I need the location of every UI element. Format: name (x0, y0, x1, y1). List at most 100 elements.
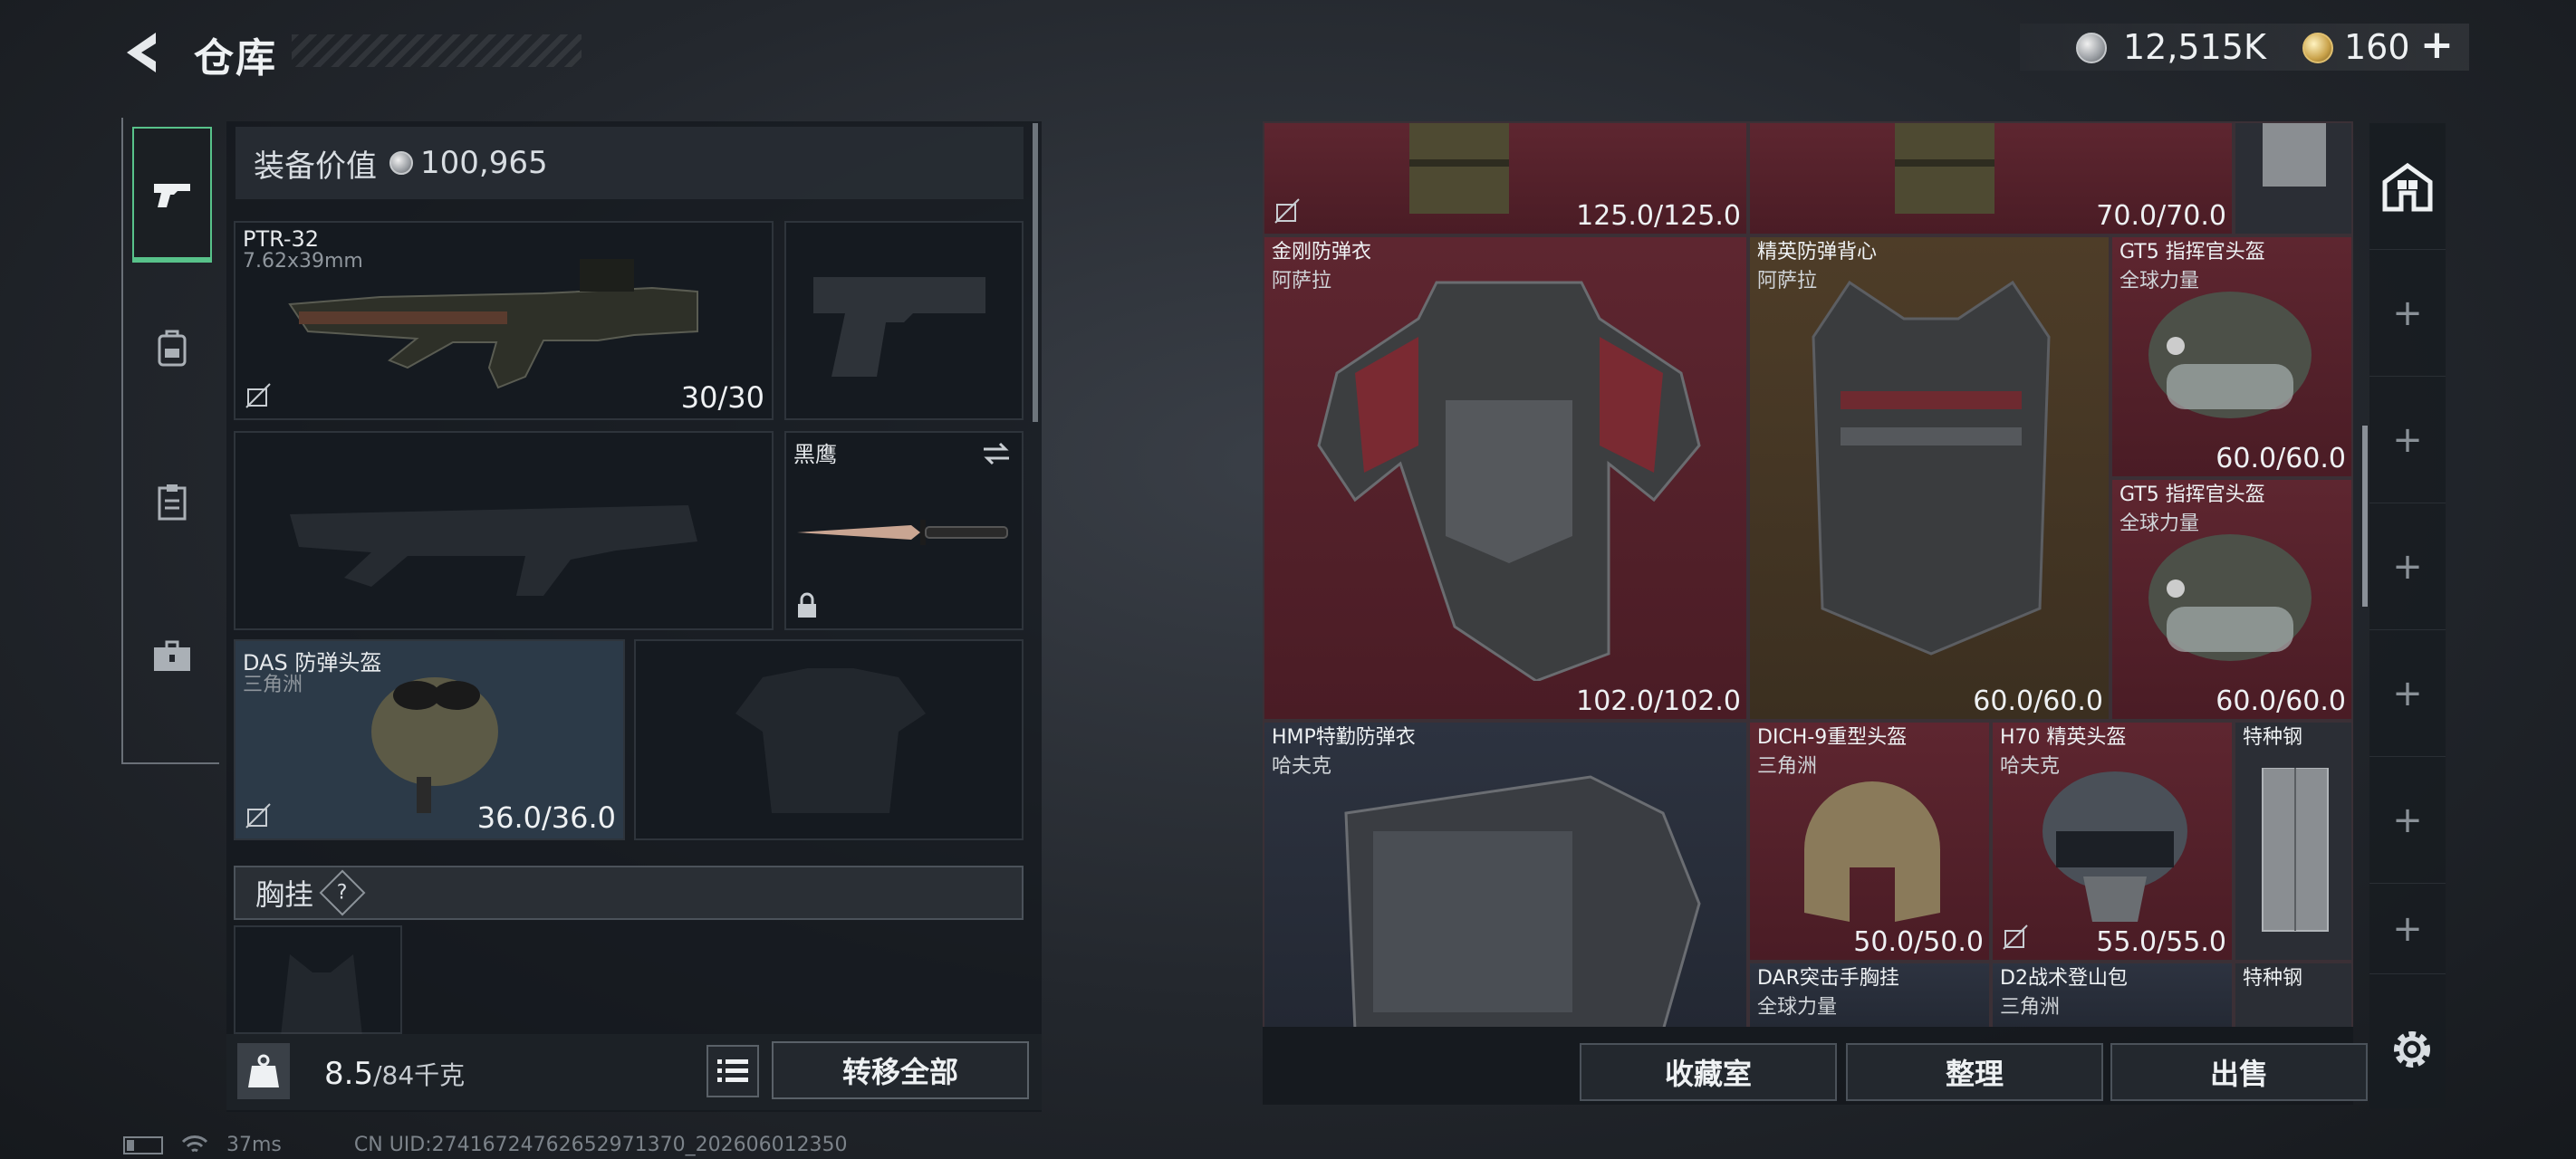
chest-rig-header: 胸挂 ? (234, 866, 1024, 920)
transfer-all-button[interactable]: 转移全部 (772, 1041, 1029, 1099)
list-view-button[interactable] (706, 1045, 759, 1097)
steel-ingot-image (2262, 768, 2329, 932)
item-name: DAR突击手胸挂 (1757, 967, 1899, 990)
gold-coin-icon (2302, 33, 2333, 63)
item-name: D2战术登山包 (2000, 967, 2128, 990)
helmet-image (371, 677, 498, 813)
battery-icon (123, 1135, 163, 1154)
item-brand: 三角洲 (2000, 996, 2061, 1019)
list-icon (717, 1059, 748, 1082)
add-page-button[interactable]: + (2369, 377, 2446, 503)
storage-item[interactable]: DAR突击手胸挂 全球力量 (1748, 962, 1991, 1027)
add-page-button[interactable]: + (2369, 503, 2446, 630)
storage-item[interactable]: GT5 指挥官头盔 全球力量 60.0/60.0 (2110, 235, 2353, 478)
armor-plate-image (1895, 123, 1994, 214)
collection-room-button[interactable]: 收藏室 (1580, 1043, 1837, 1101)
item-name: 金刚防弹衣 (1272, 241, 1372, 263)
item-name: GT5 指挥官头盔 (2119, 241, 2265, 263)
helmet-durability: 36.0/36.0 (476, 800, 616, 835)
tab-vest[interactable] (132, 435, 212, 570)
pistol-placeholder-icon (813, 277, 985, 377)
storage-item[interactable]: H70 精英头盔 哈夫克 55.0/55.0 (1991, 721, 2234, 962)
armor-image (1344, 775, 1701, 1027)
weight-icon (237, 1043, 290, 1099)
page-title: 仓库 (194, 35, 277, 81)
item-brand: 全球力量 (1757, 996, 1838, 1019)
rifle-image (288, 259, 698, 389)
tab-case[interactable] (132, 589, 212, 724)
status-bar: 37ms CN UID:274167247626529713​70_202606… (123, 1134, 848, 1156)
steel-ingot-image (2263, 123, 2326, 187)
item-name: GT5 指挥官头盔 (2119, 484, 2265, 506)
helmet-image (2148, 534, 2312, 661)
storage-item[interactable]: HMP特勤防弹衣 哈夫克 (1263, 721, 1748, 1027)
category-tabs (121, 118, 219, 764)
add-page-button[interactable]: + (2369, 757, 2446, 884)
storage-action-bar: 收藏室 整理 出售 (1263, 1032, 2368, 1114)
item-durability: 50.0/50.0 (1853, 926, 1984, 958)
storage-item[interactable]: 125.0/125.0 (1263, 121, 1748, 235)
tab-weapons[interactable] (132, 127, 212, 263)
item-name: 精英防弹背心 (1757, 241, 1878, 263)
not-lootable-icon (2003, 924, 2028, 950)
helmet-slot[interactable]: DAS 防弹头盔 三角洲 36.0/36.0 (234, 639, 625, 840)
storage-item[interactable]: 精英防弹背心 阿萨拉 60.0/60.0 (1748, 235, 2110, 721)
backpack-icon (158, 330, 187, 367)
carry-weight: 8.5/84千克 (324, 1056, 465, 1092)
helmet-brand: 三角洲 (243, 674, 303, 696)
storage-item[interactable]: DICH-9重型头盔 三角洲 50.0/50.0 (1748, 721, 1991, 962)
swap-icon[interactable] (980, 440, 1013, 467)
warehouse-icon (2382, 162, 2433, 211)
add-page-button[interactable]: + (2369, 630, 2446, 757)
storage-item[interactable]: GT5 指挥官头盔 全球力量 60.0/60.0 (2110, 478, 2353, 721)
item-name: 特种钢 (2243, 967, 2303, 990)
add-currency-button[interactable]: + (2420, 22, 2454, 68)
equipment-value-bar: 装备价值 100,965 (235, 127, 1024, 199)
sell-button[interactable]: 出售 (2110, 1043, 2368, 1101)
armor-slot[interactable] (634, 639, 1024, 840)
loadout-scrollbar[interactable] (1033, 123, 1038, 422)
not-lootable-icon (245, 803, 271, 829)
storage-item[interactable]: 特种钢 (2234, 962, 2353, 1027)
item-name: HMP特勤防弹衣 (1272, 726, 1416, 749)
helmet-image (1804, 781, 1940, 922)
storage-item[interactable]: 特种钢 (2234, 721, 2353, 962)
sort-button[interactable]: 整理 (1846, 1043, 2103, 1101)
storage-item[interactable]: 70.0/70.0 (1748, 121, 2234, 235)
settings-gear-icon[interactable] (2386, 1023, 2438, 1076)
storage-item[interactable] (2234, 121, 2353, 235)
pistol-slot[interactable] (784, 221, 1024, 420)
storage-grid: 125.0/125.0 70.0/70.0 金刚防弹衣 阿萨拉 102.0/10… (1263, 121, 2353, 1027)
storage-item[interactable]: 金刚防弹衣 阿萨拉 102.0/102.0 (1263, 235, 1748, 721)
help-icon[interactable]: ? (319, 869, 366, 916)
chest-rig-slot[interactable] (234, 925, 402, 1036)
item-name: DICH-9重型头盔 (1757, 726, 1908, 749)
add-page-button[interactable]: + (2369, 250, 2446, 377)
tab-backpack[interactable] (132, 281, 212, 417)
primary-weapon-slot[interactable]: PTR-32 7.62x39mm 30/30 (234, 221, 774, 420)
add-page-button[interactable]: + (2369, 884, 2446, 974)
silver-coin-icon (389, 151, 413, 175)
equip-value-label: 装备价值 (254, 148, 377, 185)
back-arrow-icon[interactable] (120, 27, 163, 78)
storage-scrollbar[interactable] (2362, 426, 2368, 607)
weight-capacity: /84千克 (373, 1060, 466, 1090)
item-name: H70 精英头盔 (2000, 726, 2127, 749)
secondary-weapon-slot[interactable] (234, 431, 774, 630)
weapon-ammo-count: 30/30 (680, 380, 764, 415)
chest-rig-placeholder-icon (281, 954, 362, 1036)
not-lootable-icon (1274, 198, 1300, 224)
storage-item[interactable]: D2战术登山包 三角洲 (1991, 962, 2234, 1027)
item-durability: 60.0/60.0 (2216, 443, 2346, 474)
warehouse-page-tab[interactable] (2369, 123, 2446, 250)
rifle-placeholder-icon (290, 505, 697, 596)
item-durability: 60.0/60.0 (2216, 685, 2346, 717)
title-decoration (292, 34, 582, 67)
silver-currency-value: 12,515K (2123, 27, 2266, 67)
melee-slot[interactable]: 黑鹰 (784, 431, 1024, 630)
lock-icon (798, 592, 816, 618)
item-durability: 125.0/125.0 (1576, 200, 1741, 232)
chest-rig-label: 胸挂 (255, 877, 314, 912)
equip-value: 100,965 (420, 145, 548, 181)
wifi-icon (181, 1135, 208, 1152)
